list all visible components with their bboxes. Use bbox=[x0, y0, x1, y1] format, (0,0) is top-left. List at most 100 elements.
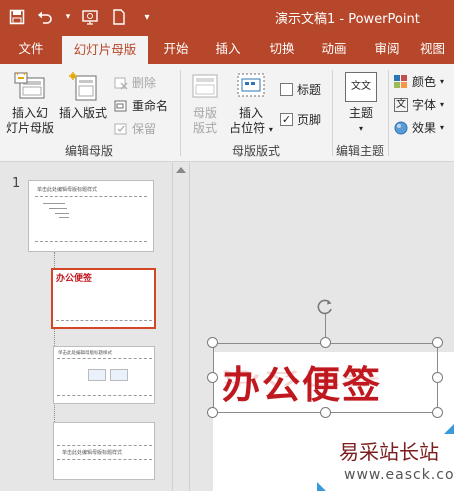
insert-slide-master-icon bbox=[14, 71, 46, 102]
master-thumb-title: 单击此处编辑母版标题样式 bbox=[37, 187, 98, 193]
thumb-placeholder-line bbox=[57, 445, 152, 446]
layout-thumb-title: 办公便签 bbox=[56, 274, 93, 284]
tab-file[interactable]: 文件 bbox=[8, 34, 54, 64]
tab-insert[interactable]: 插入 bbox=[208, 34, 248, 64]
insert-layout-button[interactable]: 插入版式 bbox=[58, 72, 108, 121]
effects-icon bbox=[394, 121, 408, 135]
thumb-text-line bbox=[55, 213, 69, 214]
scroll-up-icon[interactable] bbox=[176, 167, 186, 173]
title-checkbox-label: 标题 bbox=[297, 83, 322, 97]
fonts-label: 字体 bbox=[412, 98, 437, 112]
ribbon-tabs: 文件 幻灯片母版 开始 插入 切换 动画 审阅 视图 bbox=[0, 34, 454, 64]
group-separator bbox=[388, 70, 389, 156]
tab-view[interactable]: 视图 bbox=[420, 34, 454, 64]
layout-thumbnail-selected[interactable]: 办公便签 bbox=[51, 268, 156, 329]
master-layout-label-1: 母版 bbox=[192, 106, 217, 120]
insert-placeholder-button[interactable]: 插入 占位符 ▾ bbox=[228, 72, 274, 137]
group-label-edit-theme: 编辑主题 bbox=[336, 144, 385, 158]
delete-icon bbox=[114, 76, 128, 90]
thumb-placeholder-line bbox=[57, 358, 152, 359]
rename-icon bbox=[114, 99, 128, 113]
delete-button[interactable]: 删除 bbox=[114, 74, 156, 91]
insert-slide-master-label-2: 灯片母版 bbox=[5, 121, 54, 135]
insert-slide-master-label-1: 插入幻 bbox=[11, 106, 48, 120]
thumb-image-icon bbox=[88, 369, 106, 381]
tab-review[interactable]: 审阅 bbox=[367, 34, 407, 64]
quick-access-toolbar: ▾ ▾ bbox=[8, 6, 156, 28]
insert-layout-icon bbox=[68, 72, 98, 102]
slideshow-icon[interactable] bbox=[82, 8, 100, 26]
chevron-down-icon: ▾ bbox=[440, 123, 445, 132]
insert-slide-master-button[interactable]: 插入幻 灯片母版 bbox=[4, 71, 56, 136]
chevron-down-icon: ▾ bbox=[440, 100, 445, 109]
new-file-icon[interactable] bbox=[110, 8, 128, 26]
footer-checkbox-label: 页脚 bbox=[297, 113, 322, 127]
tab-animations[interactable]: 动画 bbox=[314, 34, 354, 64]
title-checkbox[interactable]: 标题 bbox=[280, 81, 321, 98]
resize-handle-right[interactable] bbox=[432, 372, 443, 383]
layout-thumbnail[interactable]: 单击此处编辑母版标题样式 bbox=[53, 346, 155, 404]
theme-button[interactable]: 文文 主题 ▾ bbox=[340, 72, 382, 136]
layout-thumb-title: 单击此处编辑母版标题样式 bbox=[62, 450, 123, 456]
tab-slide-master[interactable]: 幻灯片母版 bbox=[62, 36, 148, 64]
undo-icon[interactable] bbox=[36, 8, 54, 26]
insert-placeholder-label-2: 占位符 bbox=[229, 121, 266, 135]
insert-layout-label: 插入版式 bbox=[58, 106, 107, 120]
chevron-down-icon: ▾ bbox=[358, 124, 363, 133]
resize-handle-bottom[interactable] bbox=[320, 407, 331, 418]
selection-box[interactable] bbox=[213, 343, 438, 413]
footer-checkbox-box[interactable]: ✓ bbox=[280, 113, 293, 126]
group-label-master-layout: 母版版式 bbox=[232, 144, 281, 158]
rotate-icon[interactable] bbox=[315, 297, 335, 317]
thumbnail-scrollbar[interactable] bbox=[172, 163, 189, 491]
theme-label: 主题 bbox=[348, 106, 373, 120]
layout-thumb-title: 单击此处编辑母版标题样式 bbox=[58, 351, 112, 356]
slide-corner-decoration bbox=[444, 424, 454, 434]
resize-handle-left[interactable] bbox=[207, 372, 218, 383]
master-layout-label-2: 版式 bbox=[192, 121, 217, 135]
undo-dropdown-icon[interactable]: ▾ bbox=[64, 8, 72, 26]
insert-placeholder-label-2-wrap: 占位符 ▾ bbox=[228, 121, 274, 137]
thumb-placeholder-line bbox=[57, 459, 152, 460]
ribbon: 插入幻 灯片母版 插入版式 删除 重命名 保留 编辑母版 母版 版式 插入 占位… bbox=[0, 64, 454, 162]
rename-button[interactable]: 重命名 bbox=[114, 97, 168, 114]
group-separator bbox=[180, 70, 181, 156]
resize-handle-top-left[interactable] bbox=[207, 337, 218, 348]
group-label-edit-master: 编辑母版 bbox=[65, 144, 114, 158]
rename-label: 重命名 bbox=[132, 99, 169, 113]
resize-handle-bottom-left[interactable] bbox=[207, 407, 218, 418]
tab-transitions[interactable]: 切换 bbox=[262, 34, 302, 64]
effects-button[interactable]: 效果 ▾ bbox=[394, 119, 444, 136]
slide-corner-decoration bbox=[317, 482, 326, 491]
fonts-icon: 文 bbox=[394, 97, 408, 112]
resize-handle-bottom-right[interactable] bbox=[432, 407, 443, 418]
thumb-text-line bbox=[49, 208, 67, 209]
title-checkbox-box[interactable] bbox=[280, 83, 293, 96]
fonts-button[interactable]: 文 字体 ▾ bbox=[394, 96, 444, 113]
chevron-down-icon: ▾ bbox=[440, 77, 445, 86]
thumb-placeholder-line bbox=[56, 320, 152, 321]
save-icon[interactable] bbox=[8, 8, 26, 26]
resize-handle-top[interactable] bbox=[320, 337, 331, 348]
effects-label: 效果 bbox=[412, 121, 437, 135]
group-separator bbox=[332, 70, 333, 156]
thumb-image-icon bbox=[110, 369, 128, 381]
preserve-button[interactable]: 保留 bbox=[114, 120, 156, 137]
thumb-placeholder-line bbox=[35, 241, 147, 242]
master-layout-button[interactable]: 母版 版式 bbox=[186, 72, 224, 136]
colors-button[interactable]: 颜色 ▾ bbox=[394, 73, 444, 90]
window-title: 演示文稿1 - PowerPoint bbox=[275, 12, 420, 27]
master-slide-thumbnail[interactable]: 单击此处编辑母版标题样式 bbox=[28, 180, 154, 252]
watermark-text: 易采站长站 bbox=[339, 440, 439, 464]
title-bar: ▾ ▾ 演示文稿1 - PowerPoint bbox=[0, 0, 454, 34]
footer-checkbox[interactable]: ✓ 页脚 bbox=[280, 111, 321, 128]
colors-icon bbox=[394, 74, 408, 89]
resize-handle-top-right[interactable] bbox=[432, 337, 443, 348]
chevron-down-icon: ▾ bbox=[268, 125, 273, 134]
layout-thumbnail[interactable]: 单击此处编辑母版标题样式 bbox=[53, 422, 155, 480]
thumb-text-line bbox=[59, 217, 69, 218]
slide-number: 1 bbox=[12, 176, 21, 191]
customize-qat-icon[interactable]: ▾ bbox=[138, 8, 156, 26]
insert-placeholder-label-1: 插入 bbox=[238, 106, 263, 120]
tab-home[interactable]: 开始 bbox=[156, 34, 196, 64]
